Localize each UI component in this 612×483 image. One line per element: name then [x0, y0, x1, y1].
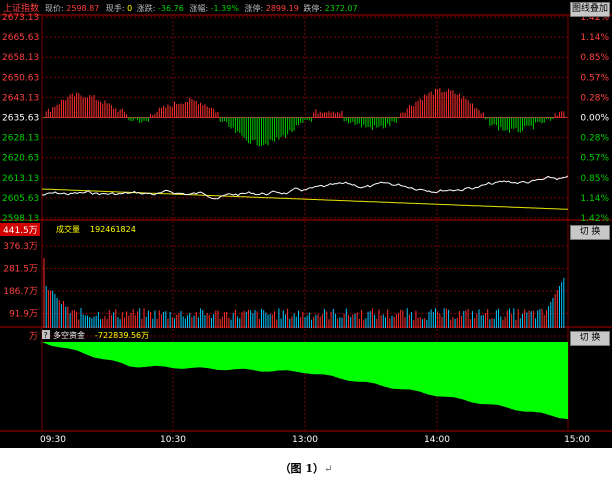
price-axis-label: 2673.13 [2, 13, 39, 23]
fund-switch-button[interactable]: 切 换 [570, 331, 610, 346]
price-axis-label: 2635.63 [2, 114, 39, 124]
figure-caption: （图 1）↵ [0, 460, 612, 476]
pct-axis-label: 1.14% [580, 194, 609, 204]
price-line [41, 175, 569, 200]
fund-value: -722839.56万 [95, 331, 149, 340]
fund-flow-area [42, 342, 568, 420]
caption-mark: ↵ [324, 464, 333, 475]
pct-axis-label: 0.28% [580, 134, 609, 144]
overlay-button[interactable]: 图线叠加 [570, 2, 610, 17]
price-axis-label: 2628.13 [2, 134, 39, 144]
price-axis-label: 2665.63 [2, 33, 39, 43]
price-axis-label: 2598.13 [2, 214, 39, 224]
pct-axis-label: 1.42% [580, 214, 609, 224]
caption-text: （图 1） [279, 462, 325, 475]
time-axis-label: 10:30 [160, 435, 186, 445]
change-pct: -1.39% [211, 4, 240, 13]
fund-title: 多空资金 [53, 330, 85, 340]
volume-axis-label: 91.9万 [9, 310, 38, 320]
chart-window: 上证指数 现价: 2598.87 现手: 0 涨跌: -36.76 涨幅: -1… [0, 0, 612, 448]
price-axis-label: 2658.13 [2, 53, 39, 63]
current-price: 2598.87 [66, 4, 99, 13]
time-axis-label: 15:00 [564, 435, 590, 445]
price-axis-label: 2620.63 [2, 154, 39, 164]
pct-axis-label: 0.85% [580, 174, 609, 184]
time-axis-label: 13:00 [292, 435, 318, 445]
pct-axis-label: 0.85% [580, 53, 609, 63]
price-axis-label: 2613.13 [2, 174, 39, 184]
volume-title: 成交量 [56, 224, 80, 234]
pct-axis-label: 0.28% [580, 93, 609, 103]
pct-axis-label: 0.57% [580, 154, 609, 164]
pct-axis-label: 0.57% [580, 73, 609, 83]
volume-axis-label: 186.7万 [3, 287, 38, 297]
header-quote: 现价: 2598.87 现手: 0 涨跌: -36.76 涨幅: -1.39% … [45, 3, 358, 13]
intraday-chart: 上证指数 现价: 2598.87 现手: 0 涨跌: -36.76 涨幅: -1… [0, 2, 612, 445]
time-axis-label: 14:00 [424, 435, 450, 445]
volume-axis-label: 376.3万 [3, 242, 38, 252]
help-icon-glyph: ? [44, 331, 48, 340]
price-axis-label: 2650.63 [2, 73, 39, 83]
volume-value: 192461824 [90, 225, 136, 234]
pct-axis-label: 0.00% [580, 114, 609, 124]
price-axis-label: 2605.63 [2, 194, 39, 204]
price-axis-label: 2643.13 [2, 93, 39, 103]
volume-axis-label: 281.5万 [3, 265, 38, 275]
volume-top-value: 441.5万 [3, 226, 38, 236]
volume-switch-button[interactable]: 切 换 [570, 225, 610, 240]
change-value: -36.76 [158, 4, 184, 13]
time-axis-label: 09:30 [40, 435, 66, 445]
volume-axis-label: 万 [29, 332, 38, 342]
pct-axis-label: 1.14% [580, 33, 609, 43]
